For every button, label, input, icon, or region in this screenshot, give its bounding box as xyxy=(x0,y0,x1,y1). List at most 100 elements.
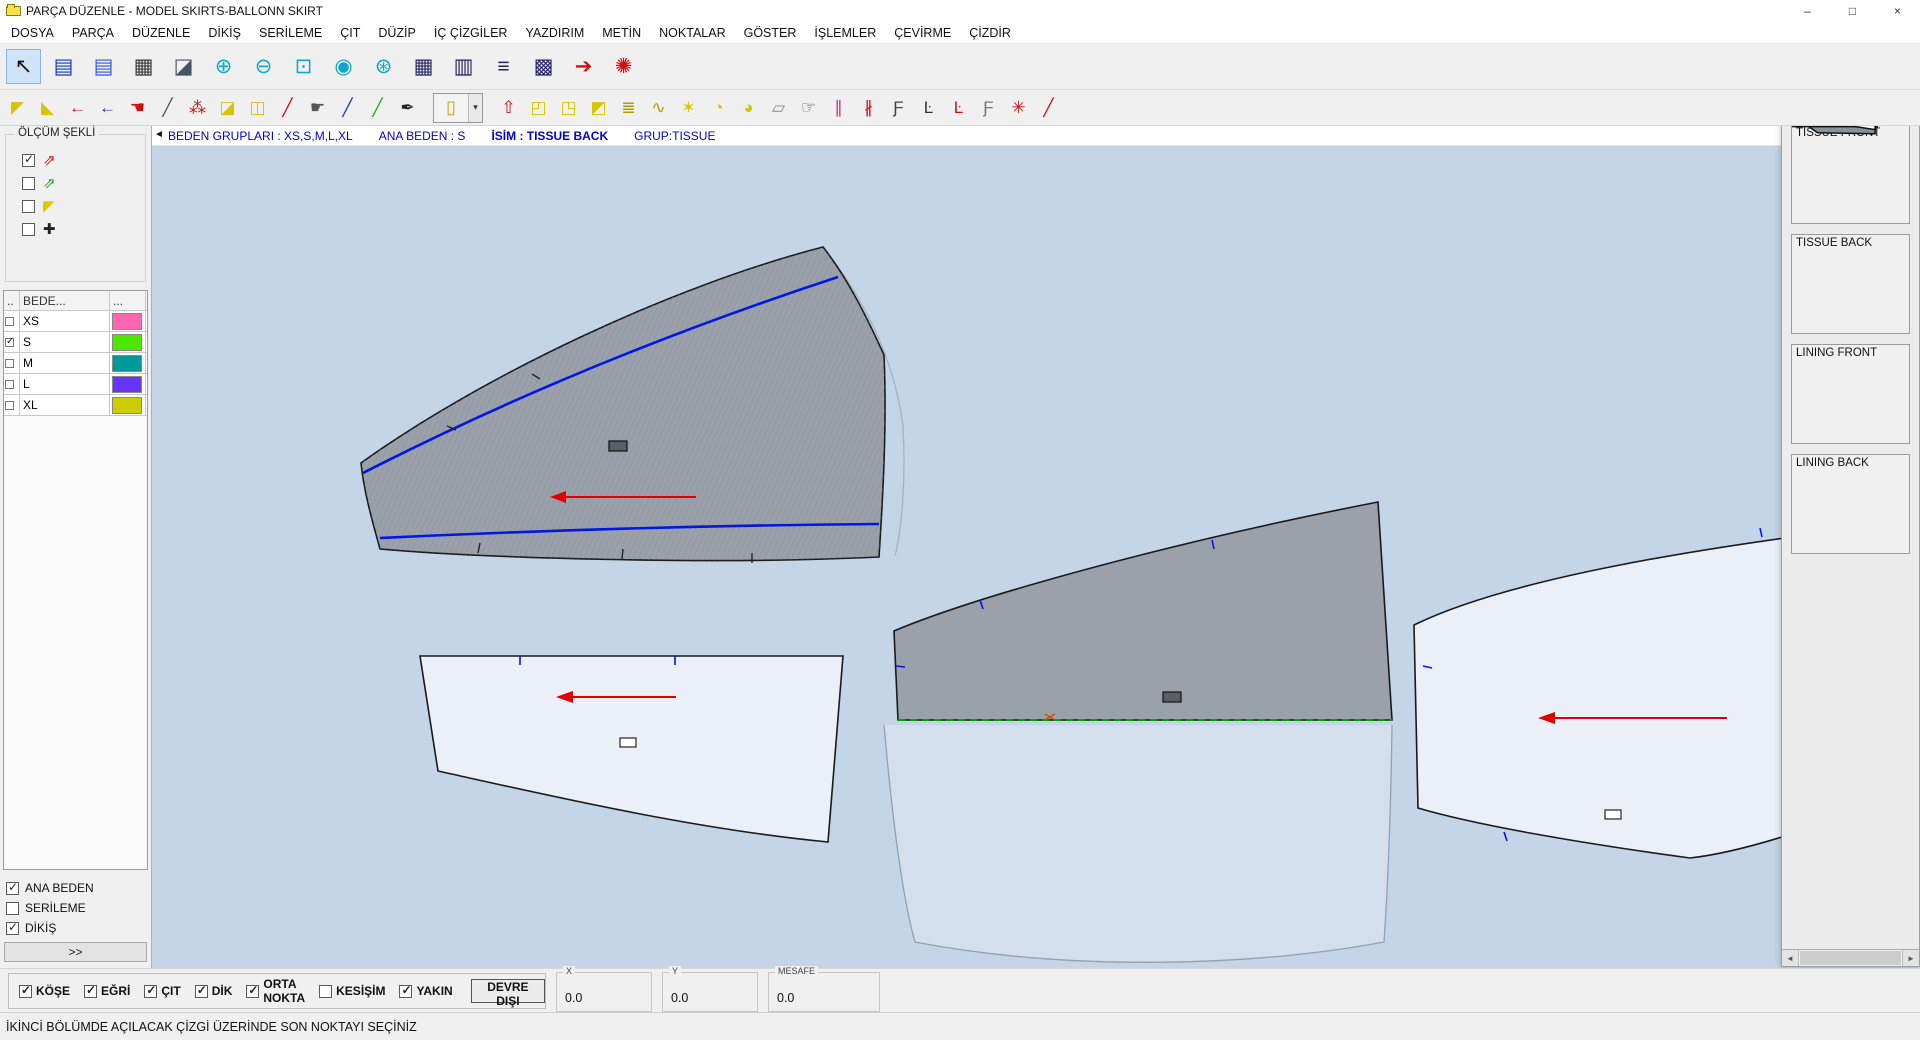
copy-notch-tool-icon[interactable]: ◫ xyxy=(244,94,271,121)
checkbox[interactable] xyxy=(84,985,97,998)
fold-piece-tool-icon[interactable]: ◩ xyxy=(585,94,612,121)
piece-card[interactable]: LINING BACK xyxy=(1791,454,1910,554)
checkbox[interactable] xyxy=(399,985,412,998)
hatch-tool-icon[interactable]: ∥ xyxy=(825,94,852,121)
grid-icon[interactable]: ▦ xyxy=(406,49,441,84)
checkbox[interactable] xyxy=(22,200,35,213)
checkbox[interactable] xyxy=(22,223,35,236)
zoom-all-icon[interactable]: ⊛ xyxy=(366,49,401,84)
layer-option[interactable]: SERİLEME xyxy=(0,898,151,918)
snap-option[interactable]: ORTA NOKTA xyxy=(246,977,305,1005)
snap-option[interactable]: EĞRİ xyxy=(84,984,130,998)
expand-panel-button[interactable]: >> xyxy=(4,942,147,962)
blank-piece-tool-icon[interactable]: ▱ xyxy=(765,94,792,121)
size-color-swatch[interactable] xyxy=(112,397,142,414)
layer-option[interactable]: ANA BEDEN xyxy=(0,878,151,898)
checkbox[interactable] xyxy=(319,985,332,998)
checkbox[interactable] xyxy=(22,154,35,167)
size-row[interactable]: XL xyxy=(4,395,147,416)
checkbox[interactable] xyxy=(6,882,19,895)
explode-piece-tool-icon[interactable]: ✶ xyxy=(675,94,702,121)
perpendicular-red-tool-icon[interactable]: Ŀ xyxy=(945,94,972,121)
measure-line-red[interactable]: ⇗ xyxy=(6,149,145,172)
zoom-piece-icon[interactable]: ◉ xyxy=(326,49,361,84)
menu-item[interactable]: PARÇA xyxy=(63,22,123,43)
checkbox[interactable] xyxy=(6,922,19,935)
size-color-swatch[interactable] xyxy=(112,313,142,330)
menu-item[interactable]: DİKİŞ xyxy=(199,22,250,43)
menu-item[interactable]: DÜZİP xyxy=(369,22,425,43)
size-row[interactable]: XS xyxy=(4,311,147,332)
menu-item[interactable]: SERİLEME xyxy=(250,22,331,43)
checkbox[interactable] xyxy=(6,902,19,915)
current-piece-dropdown[interactable]: ▯ ▾ xyxy=(433,93,483,123)
size-checkbox[interactable] xyxy=(5,317,14,326)
menu-item[interactable]: ÇIT xyxy=(331,22,369,43)
add-corner-tool-icon[interactable]: ◤ xyxy=(4,94,31,121)
size-checkbox[interactable] xyxy=(5,401,14,410)
checkbox[interactable] xyxy=(246,985,259,998)
slash-tool-icon[interactable]: ╱ xyxy=(1035,94,1062,121)
vertical-lines-icon[interactable]: ▥ xyxy=(446,49,481,84)
fold-right-tool-icon[interactable]: ◳ xyxy=(555,94,582,121)
menu-item[interactable]: DÜZENLE xyxy=(123,22,199,43)
horizontal-lines-icon[interactable]: ≡ xyxy=(486,49,521,84)
menu-item[interactable]: ÇİZDİR xyxy=(960,22,1020,43)
save-as-icon[interactable]: ▤ xyxy=(86,49,121,84)
layer-option[interactable]: DİKİŞ xyxy=(0,918,151,938)
fold-left-tool-icon[interactable]: ◰ xyxy=(525,94,552,121)
size-row[interactable]: S xyxy=(4,332,147,353)
measure-arrow-yellow[interactable]: ◤ xyxy=(6,195,145,218)
remove-point-tool-icon[interactable]: ╱ xyxy=(334,94,361,121)
maximize-button[interactable]: □ xyxy=(1830,0,1875,22)
add-points-tool-icon[interactable]: ⁂ xyxy=(184,94,211,121)
size-row[interactable]: L xyxy=(4,374,147,395)
curve-function-tool-icon[interactable]: Ƒ xyxy=(885,94,912,121)
checkbox[interactable] xyxy=(19,985,32,998)
measure-cross[interactable]: ✚ xyxy=(6,218,145,241)
angle-function-tool-icon[interactable]: Ƒ xyxy=(975,94,1002,121)
snap-option[interactable]: DİK xyxy=(195,984,233,998)
checkbox[interactable] xyxy=(144,985,157,998)
seam-zigzag-tool-icon[interactable]: ∿ xyxy=(645,94,672,121)
snap-option[interactable]: KÖŞE xyxy=(19,984,70,998)
size-row[interactable]: M xyxy=(4,353,147,374)
piece-card[interactable]: TISSUE BACK xyxy=(1791,234,1910,334)
select-tool-icon[interactable]: ↖ xyxy=(6,49,41,84)
menu-item[interactable]: İŞLEMLER xyxy=(805,22,885,43)
piece-card[interactable]: LINING FRONT xyxy=(1791,344,1910,444)
pattern-canvas[interactable]: ◄ BEDEN GRUPLARI : XS,S,M,L,XL ANA BEDEN… xyxy=(152,126,1920,968)
chevron-down-icon[interactable]: ▾ xyxy=(468,94,482,122)
scroll-left-icon[interactable]: ◄ xyxy=(1782,950,1799,966)
size-color-swatch[interactable] xyxy=(112,376,142,393)
round-corner-tool-icon[interactable]: ◔ xyxy=(705,94,732,121)
drag-point-tool-icon[interactable]: ☚ xyxy=(124,94,151,121)
size-color-swatch[interactable] xyxy=(112,334,142,351)
size-checkbox[interactable] xyxy=(5,380,14,389)
extend-left-remove-tool-icon[interactable]: ← xyxy=(94,94,121,121)
mirror-tool-icon[interactable]: ✳ xyxy=(1005,94,1032,121)
horizontal-scrollbar[interactable]: ◄ ► xyxy=(1782,949,1919,966)
snap-option[interactable]: KESİŞİM xyxy=(319,984,385,998)
menu-item[interactable]: NOKTALAR xyxy=(650,22,734,43)
zoom-window-icon[interactable]: ⊡ xyxy=(286,49,321,84)
pinwheel-icon[interactable]: ✺ xyxy=(606,49,641,84)
close-button[interactable]: × xyxy=(1875,0,1920,22)
size-color-swatch[interactable] xyxy=(112,355,142,372)
draw-pen-tool-icon[interactable]: ✒ xyxy=(394,94,421,121)
piece-list-icon[interactable]: ▦ xyxy=(126,49,161,84)
hatch-remove-tool-icon[interactable]: ∦ xyxy=(855,94,882,121)
dense-grid-icon[interactable]: ▩ xyxy=(526,49,561,84)
checkbox[interactable] xyxy=(195,985,208,998)
snap-option[interactable]: ÇIT xyxy=(144,984,180,998)
disable-button[interactable]: DEVRE DIŞI xyxy=(471,979,545,1003)
menu-item[interactable]: DOSYA xyxy=(2,22,63,43)
add-point-tool-icon[interactable]: ╱ xyxy=(154,94,181,121)
pick-point-tool-icon[interactable]: ☛ xyxy=(304,94,331,121)
transfer-icon[interactable]: ➔ xyxy=(566,49,601,84)
corner-tool-icon[interactable]: ◣ xyxy=(34,94,61,121)
menu-item[interactable]: GÖSTER xyxy=(735,22,806,43)
collapse-panel-icon[interactable]: ◄ xyxy=(154,129,164,140)
save-icon[interactable]: ▤ xyxy=(46,49,81,84)
zoom-in-icon[interactable]: ⊕ xyxy=(206,49,241,84)
